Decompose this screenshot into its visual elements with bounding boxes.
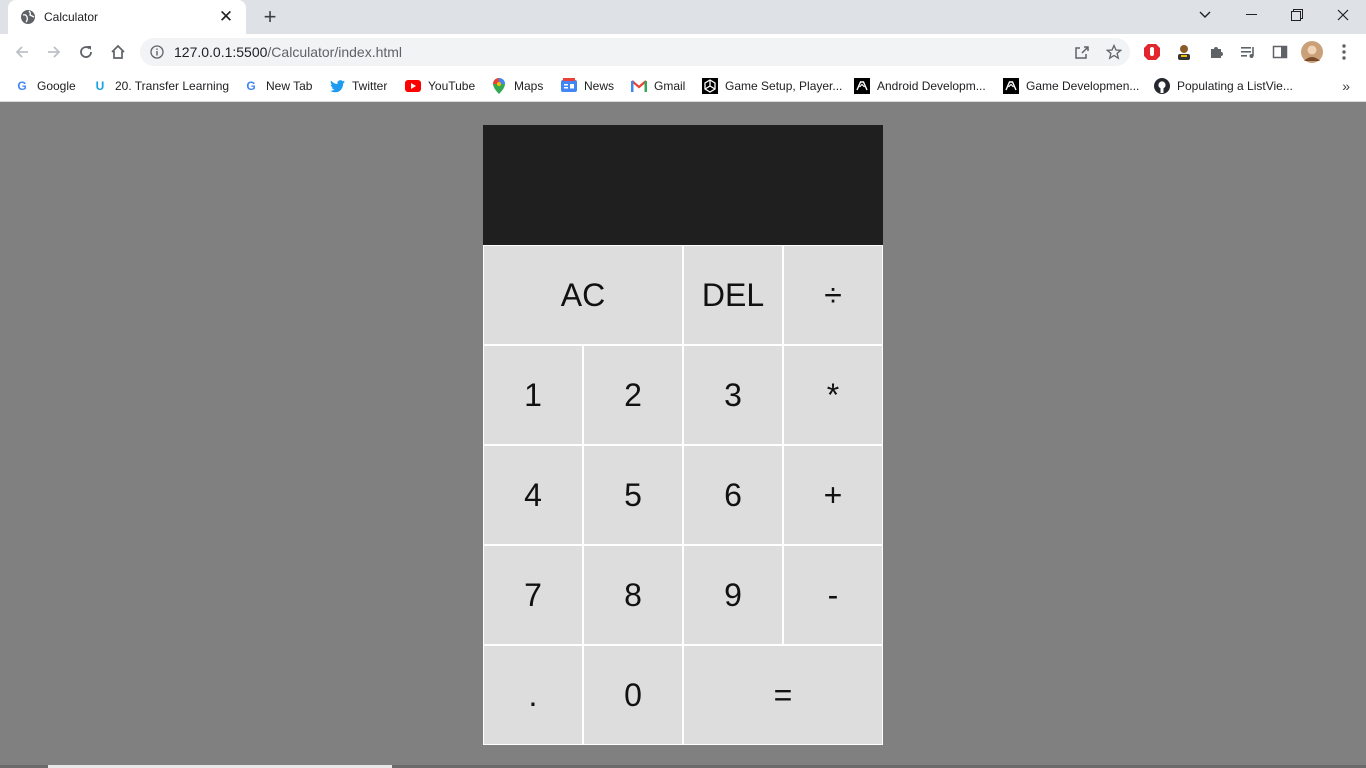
equals-button[interactable]: = [683,645,883,745]
digit-4-button[interactable]: 4 [483,445,583,545]
bookmark-label: New Tab [266,79,313,93]
game-dev-icon [1003,78,1019,94]
bookmark-label: Maps [514,79,544,93]
site-info-icon[interactable] [140,45,174,59]
tab-close-icon[interactable]: ✕ [216,7,236,27]
bookmark-label: Game Setup, Player... [725,79,843,93]
digit-5-button[interactable]: 5 [583,445,683,545]
plus-button[interactable]: + [783,445,883,545]
gmail-icon [631,78,647,94]
bookmark-label: Twitter [352,79,388,93]
url-text: 127.0.0.1:5500/Calculator/index.html [174,44,1066,60]
decimal-point-button[interactable]: . [483,645,583,745]
browser-toolbar: 127.0.0.1:5500/Calculator/index.html [0,34,1366,70]
profile-avatar[interactable] [1300,40,1324,64]
bookmark-label: News [584,79,615,93]
chrome-menu-icon[interactable] [1332,40,1356,64]
close-window-button[interactable] [1320,0,1366,30]
side-panel-icon[interactable] [1268,40,1292,64]
udemy-icon: U [95,79,105,93]
bookmark-label: YouTube [428,79,476,93]
back-icon[interactable] [8,38,36,66]
calculator-keypad: AC DEL ÷ 1 2 3 * 4 5 6 + 7 8 9 - . 0 = [483,245,883,745]
all-clear-button[interactable]: AC [483,245,683,345]
bookmark-label: 20. Transfer Learning [115,79,230,93]
tab-search-icon[interactable] [1182,0,1228,30]
digit-1-button[interactable]: 1 [483,345,583,445]
bookmarks-bar: G Google U 20. Transfer Learning G New T… [0,70,1366,102]
news-icon [561,78,577,94]
digit-8-button[interactable]: 8 [583,545,683,645]
github-icon [1154,78,1170,94]
digit-3-button[interactable]: 3 [683,345,783,445]
bookmark-star-icon[interactable] [1098,38,1130,66]
bookmark-label: Android Developm... [877,79,986,93]
minimize-button[interactable] [1228,0,1274,30]
bookmark-game-setup[interactable]: Game Setup, Player... [702,75,842,97]
home-icon[interactable] [104,38,132,66]
reload-icon[interactable] [72,38,100,66]
digit-6-button[interactable]: 6 [683,445,783,545]
tab-strip: Calculator ✕ + [0,0,1366,34]
bookmark-game-dev[interactable]: Game Developmen... [1003,75,1139,97]
unity-icon [702,78,718,94]
calculator-display [483,125,883,245]
extension-avatar-icon[interactable] [1172,40,1196,64]
twitter-icon [329,78,345,94]
calculator: AC DEL ÷ 1 2 3 * 4 5 6 + 7 8 9 - . 0 = [483,125,883,745]
google-icon: G [246,79,256,93]
tab-calculator[interactable]: Calculator ✕ [8,0,246,34]
restore-button[interactable] [1274,0,1320,30]
maps-icon [491,78,507,94]
google-icon: G [17,79,27,93]
more-bookmarks-icon[interactable]: » [1342,78,1350,94]
divide-button[interactable]: ÷ [783,245,883,345]
url-host: 127.0.0.1:5500 [174,44,268,60]
new-tab-button[interactable]: + [258,4,282,29]
digit-2-button[interactable]: 2 [583,345,683,445]
bookmark-maps[interactable]: Maps [491,75,543,97]
globe-icon [20,9,36,25]
bookmark-label: Populating a ListVie... [1177,79,1293,93]
bookmark-youtube[interactable]: YouTube [405,75,475,97]
digit-0-button[interactable]: 0 [583,645,683,745]
bookmark-listview[interactable]: Populating a ListVie... [1154,75,1293,97]
digit-7-button[interactable]: 7 [483,545,583,645]
adblock-icon[interactable] [1140,40,1164,64]
bookmark-android-dev[interactable]: Android Developm... [854,75,986,97]
bookmark-label: Gmail [654,79,686,93]
extensions-puzzle-icon[interactable] [1204,40,1228,64]
tab-title: Calculator [44,10,99,24]
forward-icon[interactable] [40,38,68,66]
address-bar[interactable]: 127.0.0.1:5500/Calculator/index.html [140,38,1130,66]
bookmark-google[interactable]: G Google [14,75,76,97]
android-dev-icon [854,78,870,94]
media-control-icon[interactable] [1236,40,1260,64]
bookmark-news[interactable]: News [561,75,614,97]
multiply-button[interactable]: * [783,345,883,445]
bookmark-label: Game Developmen... [1026,79,1140,93]
minus-button[interactable]: - [783,545,883,645]
bookmark-gmail[interactable]: Gmail [631,75,685,97]
bookmark-twitter[interactable]: Twitter [329,75,387,97]
delete-button[interactable]: DEL [683,245,783,345]
bookmark-transfer-learning[interactable]: U 20. Transfer Learning [92,75,229,97]
youtube-icon [405,78,421,94]
share-icon[interactable] [1066,38,1098,66]
bookmark-label: Google [37,79,76,93]
digit-9-button[interactable]: 9 [683,545,783,645]
url-path: /Calculator/index.html [267,44,403,60]
bookmark-new-tab[interactable]: G New Tab [243,75,312,97]
